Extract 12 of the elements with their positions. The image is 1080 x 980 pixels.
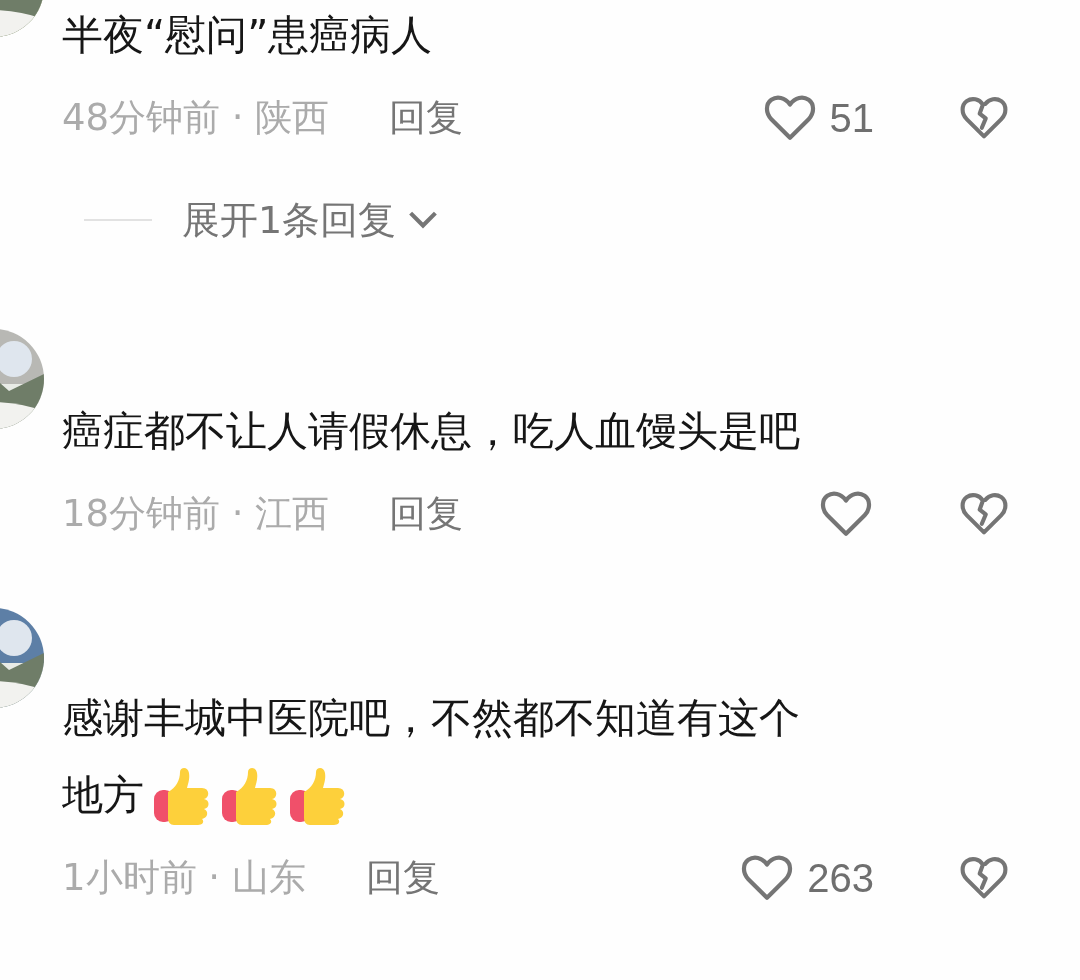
comment-text: 癌症都不让人请假休息，吃人血馒头是吧 [62, 406, 801, 457]
reply-button[interactable]: 回复 [365, 853, 440, 903]
reply-button[interactable]: 回复 [389, 489, 464, 539]
expand-replies-button[interactable]: 展开1条回复 [84, 195, 441, 245]
like-count: 263 [807, 855, 874, 901]
reply-button[interactable]: 回复 [389, 93, 464, 143]
time-location: 18分钟前 · 江西 [62, 491, 330, 537]
time-location: 1小时前 · 山东 [62, 855, 306, 901]
time-location: 48分钟前 · 陕西 [62, 95, 330, 141]
comment-text: 半夜“慰问”患癌病人 [62, 10, 434, 61]
comment-text: 感谢丰城中医院吧，不然都不知道有这个 地方 [62, 680, 1010, 834]
like-count: 51 [829, 95, 874, 141]
